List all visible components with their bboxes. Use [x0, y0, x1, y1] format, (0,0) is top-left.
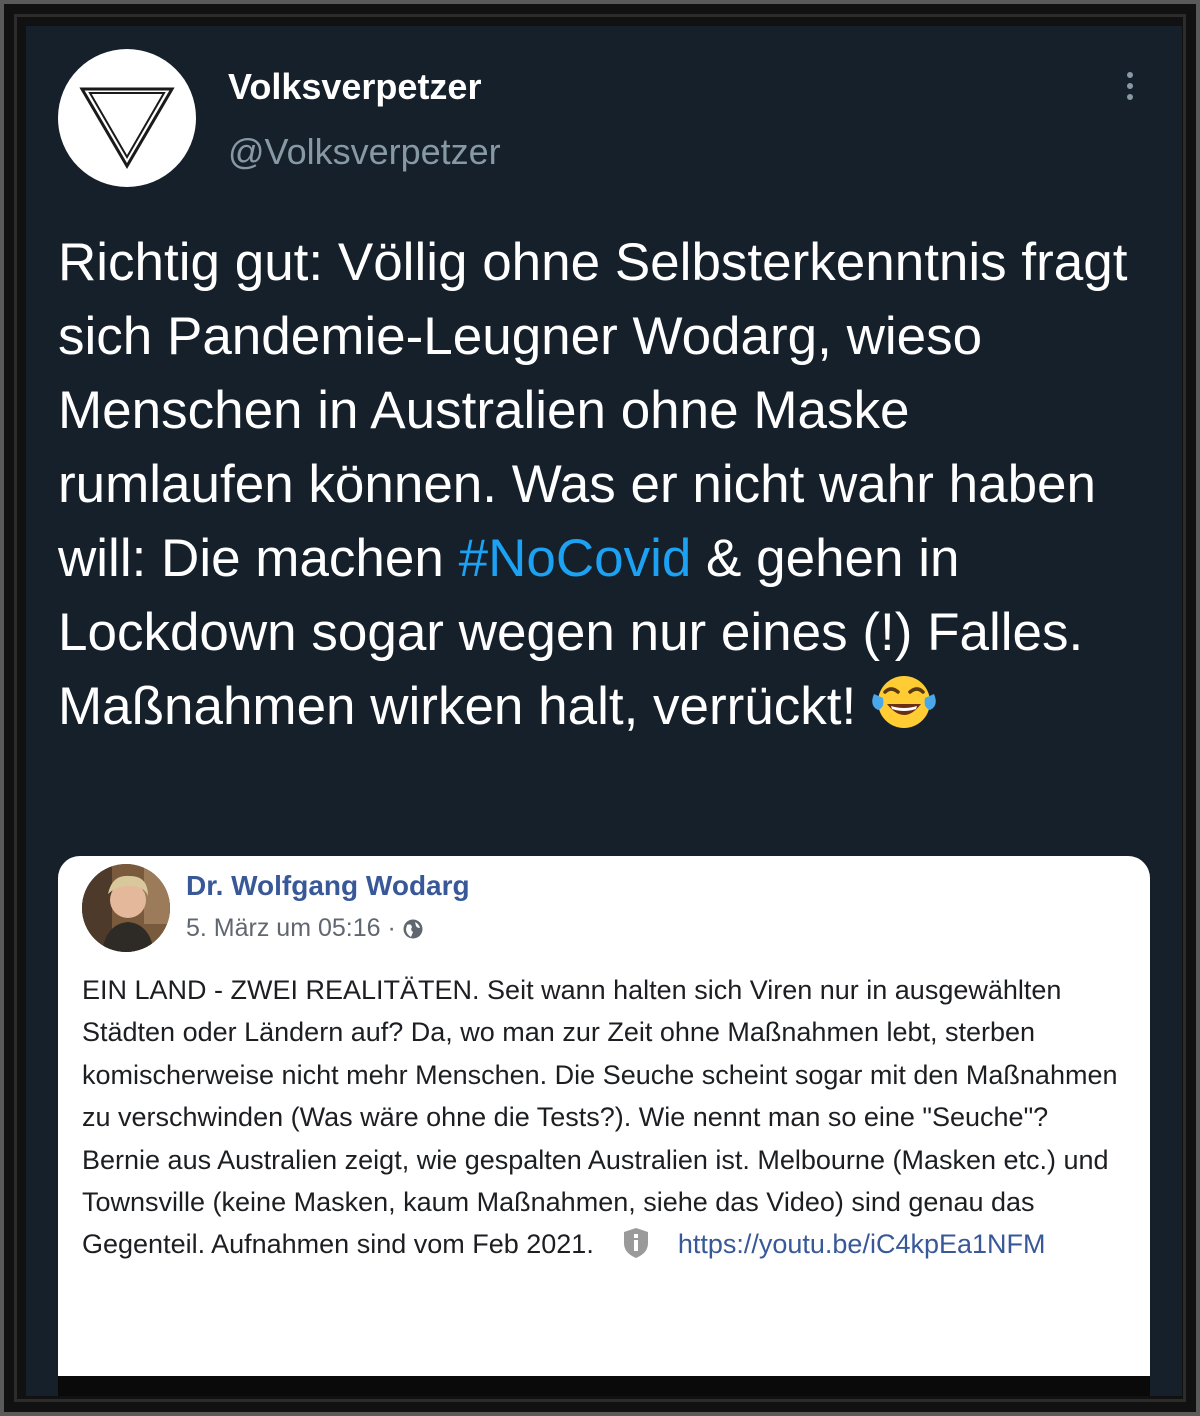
post-meta: 5. März um 05:16 · — [186, 914, 424, 943]
youtube-link[interactable]: https://youtu.be/iC4kpEa1NFM — [678, 1229, 1046, 1259]
author-handle[interactable]: @Volksverpetzer — [228, 131, 501, 173]
post-body-text: EIN LAND - ZWEI REALITÄTEN. Seit wann ha… — [82, 975, 1118, 1260]
tweet-card: Volksverpetzer @Volksverpetzer Richtig g… — [26, 26, 1182, 1396]
hashtag-link[interactable]: #NoCovid — [459, 529, 692, 588]
triangle-logo-icon — [79, 87, 175, 169]
post-body: EIN LAND - ZWEI REALITÄTEN. Seit wann ha… — [82, 969, 1132, 1266]
more-vertical-icon[interactable] — [1119, 72, 1141, 108]
face-with-tears-of-joy-icon — [871, 672, 937, 732]
video-preview-strip — [58, 1376, 1150, 1396]
info-icon — [622, 1227, 650, 1259]
screenshot-frame: Volksverpetzer @Volksverpetzer Richtig g… — [0, 0, 1200, 1416]
author-display-name[interactable]: Volksverpetzer — [228, 66, 481, 108]
post-author-name[interactable]: Dr. Wolfgang Wodarg — [186, 870, 470, 902]
post-author-avatar[interactable] — [82, 864, 170, 952]
embedded-facebook-post[interactable]: Dr. Wolfgang Wodarg 5. März um 05:16 · E… — [58, 856, 1150, 1396]
tweet-text: Richtig gut: Völlig ohne Selbsterkenntni… — [58, 226, 1158, 744]
author-avatar[interactable] — [58, 49, 196, 187]
post-timestamp[interactable]: 5. März um 05:16 · — [186, 914, 396, 942]
globe-icon — [402, 918, 424, 940]
